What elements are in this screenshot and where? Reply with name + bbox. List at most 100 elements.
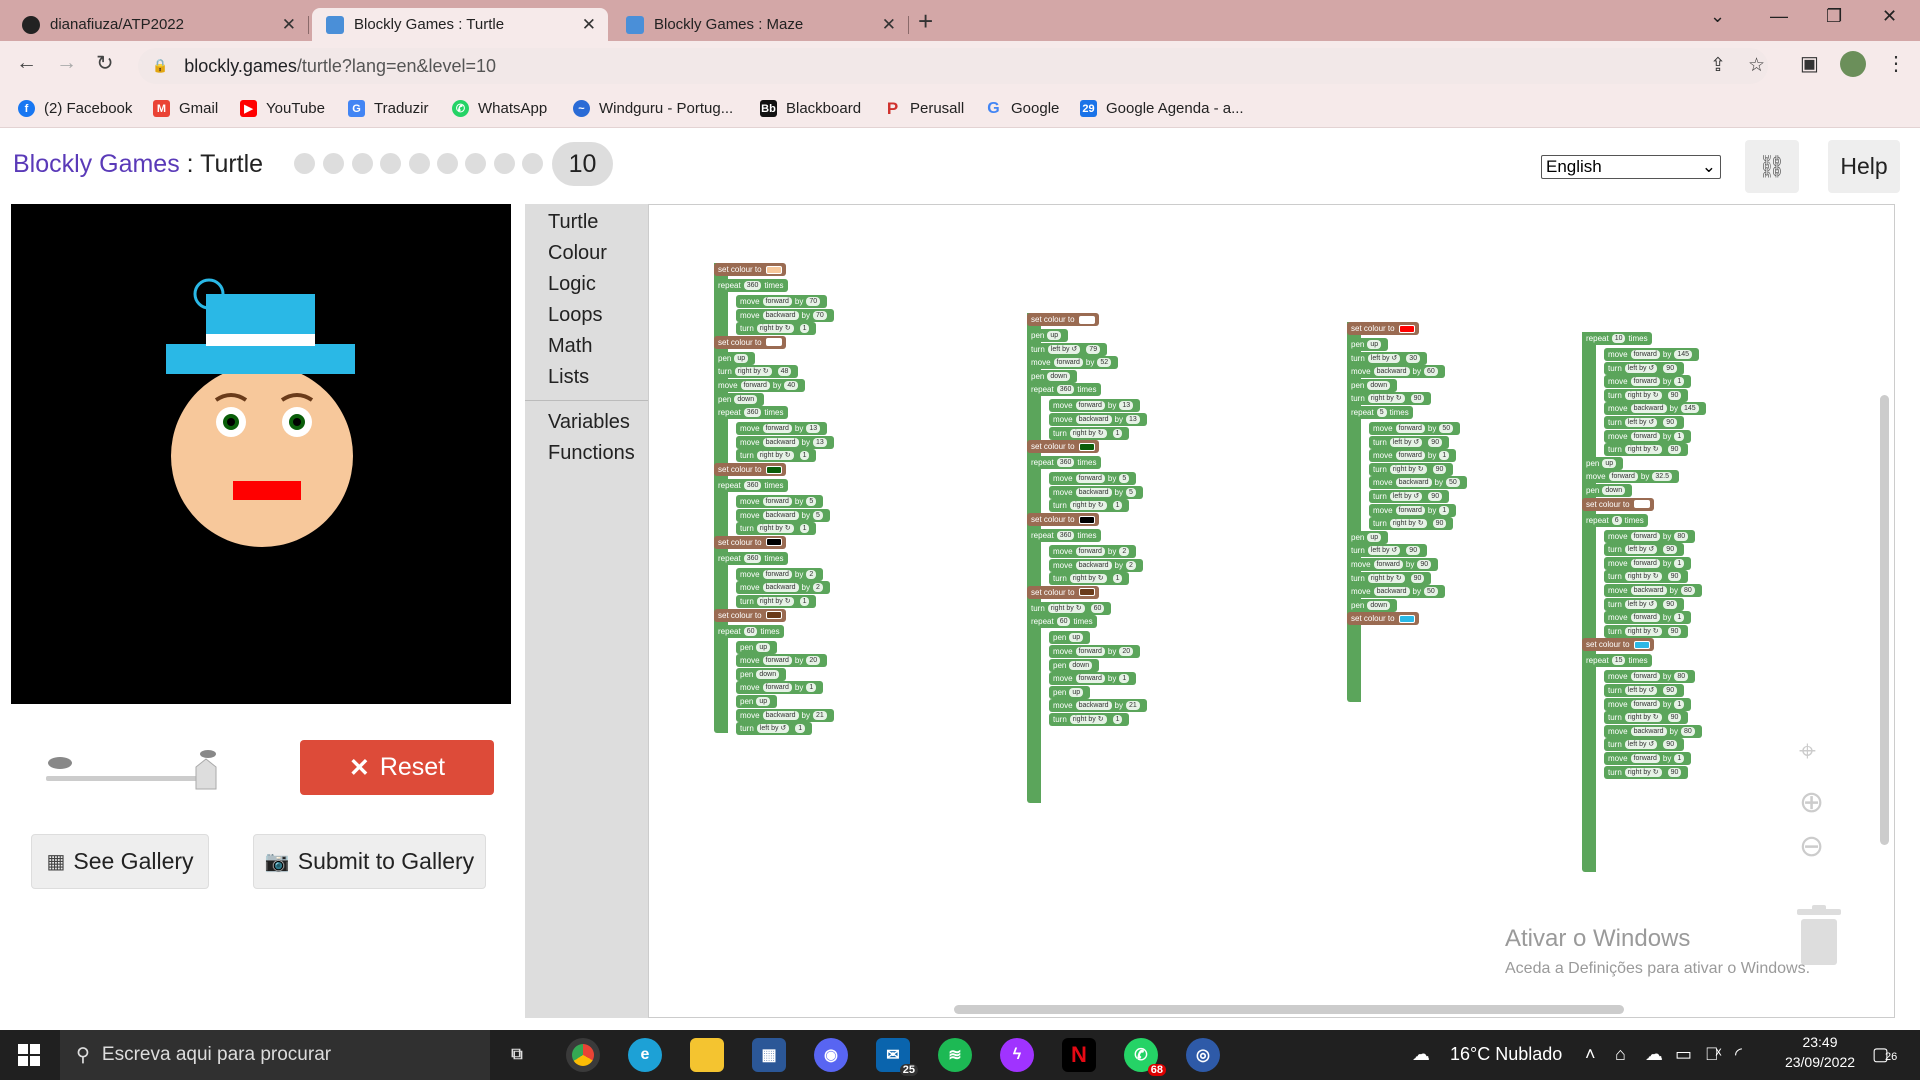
share-icon[interactable]: ⇪: [1710, 54, 1726, 77]
store-icon[interactable]: ▦: [752, 1038, 786, 1072]
bookmark-calendar[interactable]: 29 Google Agenda - a...: [1080, 100, 1244, 117]
level-dot[interactable]: [409, 153, 430, 174]
see-gallery-button[interactable]: ▦ See Gallery: [31, 834, 209, 889]
turtle-block[interactable]: turn right by ↻ 90: [1369, 462, 1454, 476]
minimize-button[interactable]: —: [1770, 6, 1788, 27]
set-colour-block[interactable]: set colour to: [1027, 585, 1099, 599]
turtle-block[interactable]: move backward by 5: [1049, 485, 1143, 499]
set-colour-block[interactable]: set colour to: [714, 535, 786, 549]
set-colour-block[interactable]: set colour to: [1347, 612, 1419, 626]
turtle-block[interactable]: pen down: [1347, 598, 1398, 612]
turtle-block[interactable]: turn right by ↻ 90: [1604, 711, 1689, 725]
set-colour-block[interactable]: set colour to: [1582, 497, 1654, 511]
turtle-block[interactable]: move forward by 145: [1604, 348, 1700, 361]
weather-icon[interactable]: ☁: [1412, 1044, 1430, 1065]
link-button[interactable]: ⛓: [1745, 140, 1799, 193]
repeat-block[interactable]: repeat 10 times: [1582, 332, 1652, 345]
reset-button[interactable]: ✕ Reset: [300, 740, 494, 795]
level-dot[interactable]: [522, 153, 543, 174]
turtle-block[interactable]: pen up: [1347, 530, 1389, 544]
turtle-block[interactable]: move backward by 21: [1049, 699, 1147, 713]
turtle-block[interactable]: turn right by ↻ 60: [1027, 601, 1112, 615]
side-panel-icon[interactable]: ▣: [1800, 51, 1819, 76]
turtle-block[interactable]: move backward by 50: [1369, 476, 1467, 490]
turtle-block[interactable]: pen up: [1027, 329, 1069, 342]
turtle-block[interactable]: turn left by ↺ 30: [1347, 351, 1428, 365]
turtle-block[interactable]: move forward by 1: [1369, 503, 1457, 517]
turtle-block[interactable]: turn left by ↺ 90: [1604, 597, 1685, 611]
tray-chevron-icon[interactable]: ˄: [1585, 1044, 1596, 1065]
turtle-block[interactable]: turn right by ↻ 90: [1604, 624, 1689, 638]
blockly-workspace[interactable]: set colour to repeat 360 times move forward by…: [648, 204, 1895, 1018]
set-colour-block[interactable]: set colour to: [1027, 440, 1099, 454]
turtle-block[interactable]: turn right by ↻ 90: [1369, 517, 1454, 531]
repeat-block[interactable]: repeat 360 times: [714, 406, 788, 420]
chrome-icon[interactable]: [566, 1038, 600, 1072]
tab-maze[interactable]: Blockly Games : Maze ✕: [612, 8, 909, 41]
level-dot[interactable]: [352, 153, 373, 174]
toolbox-logic[interactable]: Logic: [548, 273, 596, 296]
file-explorer-icon[interactable]: [690, 1038, 724, 1072]
turtle-block[interactable]: turn right by ↻ 1: [1049, 499, 1130, 513]
bookmark-perusall[interactable]: P Perusall: [884, 99, 964, 118]
discord-icon[interactable]: ◉: [814, 1038, 848, 1072]
turtle-block[interactable]: move backward by 50: [1347, 585, 1445, 599]
set-colour-block[interactable]: set colour to: [714, 608, 786, 622]
set-colour-block[interactable]: set colour to: [1347, 322, 1419, 335]
brand-link[interactable]: Blockly Games: [13, 150, 180, 178]
turtle-block[interactable]: move backward by 60: [1347, 365, 1445, 379]
clock[interactable]: 23:49 23/09/2022: [1775, 1034, 1865, 1070]
turtle-block[interactable]: pen down: [1582, 484, 1633, 497]
tab-turtle[interactable]: Blockly Games : Turtle ✕: [312, 8, 608, 41]
turtle-block[interactable]: move backward by 145: [1604, 402, 1706, 416]
turtle-block[interactable]: turn left by ↺ 90: [1604, 738, 1685, 752]
turtle-block[interactable]: turn left by ↺ 90: [1604, 543, 1685, 557]
turtle-block[interactable]: pen down: [1347, 378, 1398, 392]
turtle-block[interactable]: turn right by ↻ 1: [736, 449, 817, 463]
turtle-block[interactable]: move forward by 5: [736, 495, 824, 508]
turtle-block[interactable]: turn left by ↺ 90: [1604, 361, 1685, 375]
turtle-block[interactable]: pen up: [714, 351, 756, 365]
turtle-block[interactable]: move forward by 90: [1347, 558, 1439, 571]
turtle-block[interactable]: move forward by 1: [1604, 611, 1692, 625]
turtle-block[interactable]: move forward by 1: [1604, 429, 1692, 443]
horizontal-scrollbar[interactable]: [954, 1005, 1624, 1014]
turtle-block[interactable]: move forward by 1: [1369, 449, 1457, 463]
turtle-block[interactable]: move backward by 21: [736, 708, 834, 722]
repeat-block[interactable]: repeat 15 times: [1582, 654, 1652, 668]
repeat-block[interactable]: repeat 360 times: [1027, 529, 1101, 542]
turtle-block[interactable]: move forward by 20: [736, 654, 828, 668]
turtle-block[interactable]: move forward by 20: [1049, 645, 1141, 658]
turtle-block[interactable]: pen down: [1027, 369, 1078, 383]
url-field[interactable]: 🔒 blockly.games/turtle?lang=en&level=10 …: [138, 48, 1768, 84]
new-tab-button[interactable]: +: [918, 6, 933, 37]
turtle-block[interactable]: move forward by 1: [1049, 672, 1137, 686]
turtle-block[interactable]: move backward by 80: [1604, 584, 1702, 597]
edge-icon[interactable]: e: [628, 1038, 662, 1072]
bookmark-google[interactable]: G Google: [985, 100, 1059, 118]
turtle-block[interactable]: move forward by 1: [1604, 752, 1692, 765]
turtle-block[interactable]: move backward by 5: [736, 508, 830, 522]
zoom-in-icon[interactable]: ⊕: [1799, 785, 1824, 820]
turtle-block[interactable]: move forward by 2: [1049, 545, 1137, 558]
turtle-block[interactable]: move backward by 2: [1049, 558, 1143, 572]
menu-icon[interactable]: ⋮: [1886, 51, 1906, 76]
turtle-block[interactable]: turn right by ↻ 1: [736, 595, 817, 608]
turtle-block[interactable]: move forward by 32.5: [1582, 470, 1679, 484]
level-dot[interactable]: [380, 153, 401, 174]
speed-slider[interactable]: [40, 745, 220, 790]
repeat-block[interactable]: repeat 6 times: [1582, 513, 1648, 527]
cloud-icon[interactable]: ☁: [1645, 1044, 1663, 1065]
level-dot[interactable]: [465, 153, 486, 174]
set-colour-block[interactable]: set colour to: [1582, 638, 1654, 652]
maximize-button[interactable]: ❐: [1826, 6, 1842, 27]
turtle-block[interactable]: move forward by 50: [1369, 422, 1461, 435]
level-dot[interactable]: [323, 153, 344, 174]
turtle-block[interactable]: move forward by 1: [736, 681, 824, 695]
back-button[interactable]: ←: [16, 51, 37, 75]
turtle-block[interactable]: move forward by 40: [714, 379, 806, 392]
set-colour-block[interactable]: set colour to: [714, 463, 786, 476]
bookmark-blackboard[interactable]: Bb Blackboard: [760, 100, 861, 117]
turtle-block[interactable]: turn left by ↺ 90: [1369, 490, 1450, 503]
turtle-block[interactable]: move forward by 13: [1049, 399, 1141, 413]
